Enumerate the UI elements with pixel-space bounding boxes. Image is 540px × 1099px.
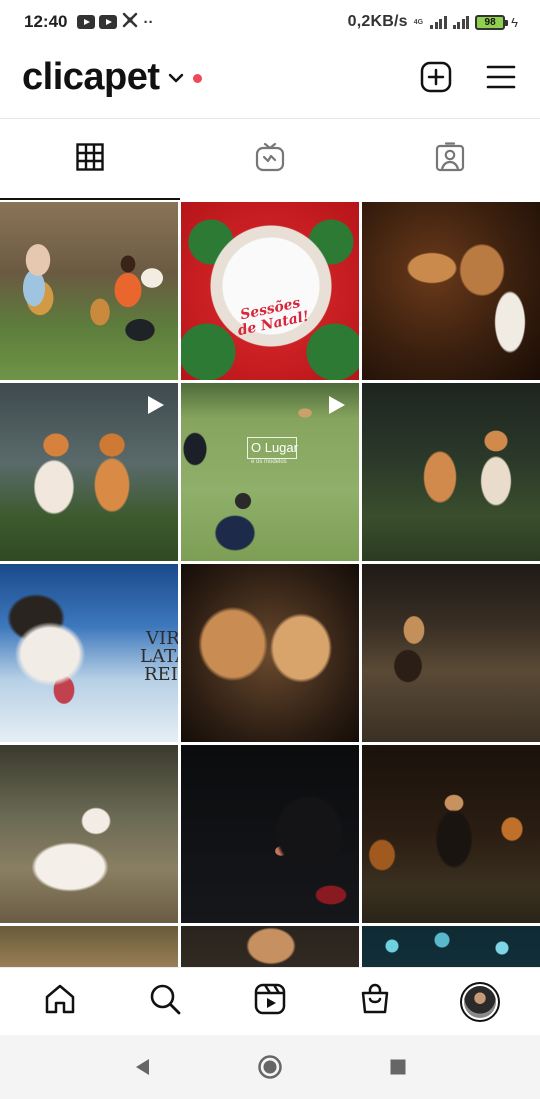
- post-black-pomeranian[interactable]: [362, 745, 540, 923]
- post-subcaption: e os modelos: [251, 459, 287, 465]
- recents-button[interactable]: [378, 1047, 418, 1087]
- tab-igtv[interactable]: [180, 119, 360, 200]
- post-two-pomeranians[interactable]: [0, 383, 178, 561]
- tab-tagged[interactable]: [360, 119, 540, 200]
- post-pomeranians-closeup[interactable]: [181, 564, 359, 742]
- shop-icon: [358, 982, 392, 1021]
- profile-tabs: [0, 118, 540, 200]
- profile-avatar: [459, 981, 500, 1022]
- post-family-with-dogs[interactable]: [0, 202, 178, 380]
- posts-grid: Sessões de Natal! O Lugar e os modelos V…: [0, 202, 540, 967]
- network-speed: 0,2KB/s: [347, 13, 408, 30]
- notification-dot: [192, 73, 202, 83]
- signal-icon-2: [452, 15, 470, 29]
- post-photographer-location[interactable]: O Lugar e os modelos: [181, 383, 359, 561]
- new-post-icon[interactable]: [420, 61, 452, 93]
- nav-home[interactable]: [30, 972, 90, 1032]
- status-right: 0,2KB/s 4G 98 ϟ: [348, 13, 518, 31]
- system-navigation: [0, 1035, 540, 1099]
- charging-icon: ϟ: [511, 14, 518, 30]
- tab-grid[interactable]: [0, 119, 180, 200]
- back-button[interactable]: [122, 1047, 162, 1087]
- post-partial-3[interactable]: [362, 926, 540, 967]
- post-white-pomeranian[interactable]: [0, 745, 178, 923]
- network-type: 4G: [413, 18, 424, 26]
- home-button[interactable]: [250, 1047, 290, 1087]
- nav-reels[interactable]: [240, 972, 300, 1032]
- igtv-icon: [255, 142, 285, 177]
- header-actions: [420, 61, 516, 93]
- account-username[interactable]: clicapet: [22, 56, 160, 99]
- youtube-icon: [99, 15, 118, 29]
- reels-icon: [253, 982, 287, 1021]
- grid-icon: [76, 143, 104, 176]
- home-icon: [43, 982, 77, 1021]
- post-dog-tongue-out[interactable]: VIRA LATA REI: [0, 564, 178, 742]
- status-left-icons: ··: [77, 12, 153, 33]
- post-two-pomeranians-dark[interactable]: [362, 383, 540, 561]
- chevron-down-icon[interactable]: [168, 71, 184, 89]
- post-partial-1[interactable]: [0, 926, 178, 967]
- status-time: 12:40: [24, 12, 68, 31]
- video-indicator-icon: [144, 394, 166, 421]
- search-icon: [148, 982, 182, 1021]
- post-dachshund-grass[interactable]: [362, 564, 540, 742]
- tagged-icon: [435, 142, 465, 177]
- profile-header: clicapet: [0, 44, 540, 110]
- bottom-navigation: [0, 967, 540, 1035]
- post-black-dog[interactable]: [181, 745, 359, 923]
- more-dots-icon: ··: [143, 13, 154, 31]
- battery-icon: 98: [475, 14, 509, 30]
- battery-level: 98: [484, 16, 496, 28]
- status-bar: 12:40 ·· 0,2KB/s 4G 98 ϟ: [0, 0, 540, 44]
- menu-icon[interactable]: [486, 64, 516, 90]
- nav-search[interactable]: [135, 972, 195, 1032]
- signal-icon: [430, 15, 447, 29]
- post-partial-2[interactable]: [181, 926, 359, 967]
- post-caption: O Lugar: [251, 440, 298, 455]
- post-caption-line-3: REI: [144, 664, 178, 685]
- youtube-icon: [77, 15, 96, 29]
- bug-icon: [121, 12, 139, 33]
- nav-shop[interactable]: [345, 972, 405, 1032]
- nav-profile[interactable]: [450, 972, 510, 1032]
- post-christmas-pomeranian[interactable]: Sessões de Natal!: [181, 202, 359, 380]
- video-indicator-icon: [325, 394, 347, 421]
- post-greyhound-portrait[interactable]: [362, 202, 540, 380]
